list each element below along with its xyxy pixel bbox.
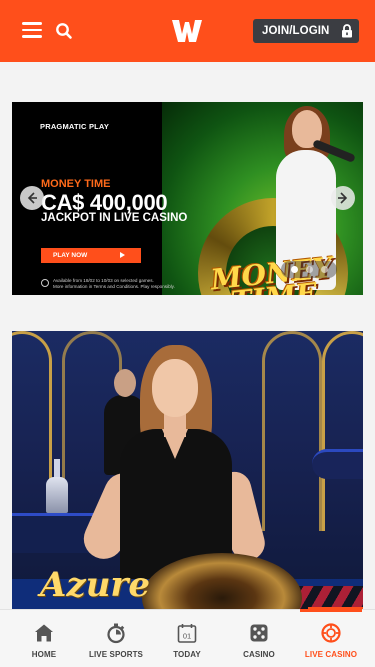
carousel-dot-2[interactable]: [305, 266, 313, 273]
provider-logo: PRAGMATIC PLAY: [40, 122, 109, 131]
page: JOIN/LOGIN MONEY TIME PRAGMATIC PLAY MON…: [0, 0, 375, 667]
nav-casino[interactable]: CASINO: [224, 610, 294, 667]
roulette-chip-icon: [321, 623, 341, 643]
bottom-navigation: HOME LIVE SPORTS 01 TODAY CASINO LIVE CA…: [0, 609, 375, 667]
calendar-icon: 01: [177, 624, 197, 643]
carousel-prev-button[interactable]: [20, 186, 44, 210]
nav-today[interactable]: 01 TODAY: [152, 610, 222, 667]
carousel-pagination: [281, 261, 337, 278]
background-table: [312, 449, 363, 479]
nav-live-casino-label: LIVE CASINO: [304, 650, 358, 659]
background-arch: [322, 331, 363, 531]
stopwatch-icon: [107, 623, 125, 644]
join-login-button[interactable]: JOIN/LOGIN: [253, 19, 359, 43]
nav-live-sports[interactable]: LIVE SPORTS: [81, 610, 151, 667]
carousel-dot-1[interactable]: [290, 266, 298, 273]
provider-name: PRAGMATIC PLAY: [40, 122, 110, 131]
promo-heading: MONEY TIME: [41, 178, 111, 190]
nav-live-sports-label: LIVE SPORTS: [89, 650, 143, 659]
play-now-button[interactable]: PLAY NOW: [41, 248, 141, 263]
dice-icon: [250, 624, 268, 642]
carousel-dot-3[interactable]: [320, 266, 328, 273]
arrow-left-icon: [27, 192, 37, 204]
nav-home-label: HOME: [31, 650, 57, 659]
roulette-spindle: [46, 459, 68, 513]
carousel-next-button[interactable]: [331, 186, 355, 210]
promo-subheading: JACKPOT IN LIVE CASINO: [41, 212, 188, 224]
fineprint-line-2: More information in Terms and Conditions…: [53, 284, 175, 289]
top-header: JOIN/LOGIN: [0, 0, 375, 62]
search-icon[interactable]: [55, 22, 73, 40]
arrow-right-icon: [338, 192, 348, 204]
home-icon: [35, 624, 53, 642]
nav-home[interactable]: HOME: [9, 610, 79, 667]
calendar-date: 01: [183, 632, 191, 641]
game-title: Azure: [40, 565, 150, 605]
promo-fineprint: Available from 18/02 to 10/03 on selecte…: [41, 278, 211, 290]
brand-logo[interactable]: [170, 17, 204, 45]
background-arch: [262, 331, 322, 531]
lock-icon: [341, 24, 353, 41]
nav-today-label: TODAY: [173, 650, 201, 659]
game-card-azure-roulette[interactable]: Azure: [12, 331, 363, 621]
nav-casino-label: CASINO: [243, 650, 275, 659]
hamburger-menu-icon[interactable]: [22, 22, 42, 38]
join-login-label: JOIN/LOGIN: [262, 25, 330, 37]
nav-live-casino[interactable]: LIVE CASINO: [296, 609, 366, 667]
